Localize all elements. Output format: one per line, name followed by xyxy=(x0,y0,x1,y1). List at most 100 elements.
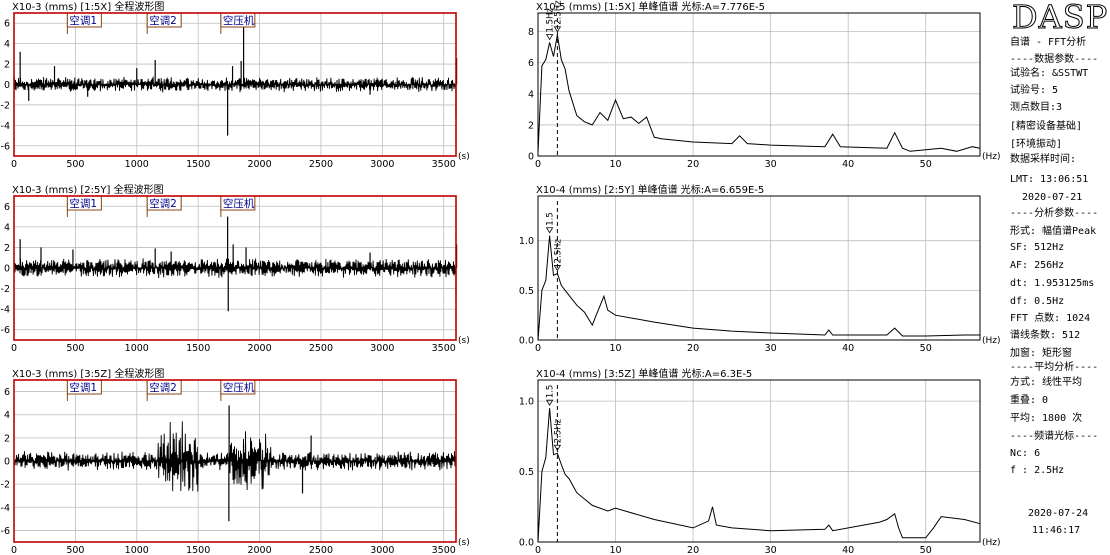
chart-4: X10-5 (mms) [1:5X] 单峰值谱 光标:A=7.776E-5 0 10… xyxy=(528,0,1001,170)
footer-time: 11:46:17 xyxy=(1032,525,1081,536)
event-marker-label: 空调2 xyxy=(149,381,177,394)
y-tick-label: 1.0 xyxy=(519,397,534,408)
event-marker-label: 空调1 xyxy=(69,381,97,394)
x-tick-label: 0 xyxy=(11,343,17,354)
y-tick-label: 6 xyxy=(4,19,10,30)
parameter-line: 数据采样时间: xyxy=(1010,154,1077,165)
y-tick-label: -2 xyxy=(1,284,10,295)
y-tick-label: 1.0 xyxy=(519,236,534,247)
x-tick-label: 10 xyxy=(609,545,621,555)
x-tick-label: 10 xyxy=(609,159,621,170)
x-tick-label: 20 xyxy=(687,159,699,170)
y-tick-label: 4 xyxy=(4,39,10,50)
x-tick-label: 40 xyxy=(842,343,854,354)
y-tick-label: 4 xyxy=(4,222,10,233)
parameter-line: AF: 256Hz xyxy=(1010,260,1065,271)
parameter-line: 试验名: &SSTWT xyxy=(1010,68,1089,79)
x-tick-label: 500 xyxy=(66,159,84,170)
x-tick-label: 2500 xyxy=(309,343,333,354)
y-tick-label: 0.0 xyxy=(519,538,534,549)
event-marker-label: 空压机 xyxy=(223,197,255,210)
x-tick-label: 1000 xyxy=(125,343,149,354)
x-unit-label: (Hz) xyxy=(982,538,1001,548)
parameter-line: ----频谱光标---- xyxy=(1010,431,1099,442)
x-tick-label: 3000 xyxy=(370,343,394,354)
event-marker-label: 空调2 xyxy=(149,197,177,210)
peak-label: 2.5Hz xyxy=(553,239,563,264)
peak-arrow xyxy=(545,227,554,234)
spectrum-line xyxy=(537,408,981,543)
chart-title: X10-4 (mms) [2:5Y] 单峰值谱 光标:A=6.659E-5 xyxy=(536,183,764,196)
parameter-line: ----平均分析---- xyxy=(1010,362,1099,373)
y-tick-label: 8 xyxy=(528,27,534,38)
x-tick-label: 1500 xyxy=(186,545,210,555)
chart-title: X10-3 (mms) [3:5Z] 全程波形图 xyxy=(12,367,164,380)
event-marker-label: 空压机 xyxy=(223,14,255,27)
x-tick-label: 2000 xyxy=(247,545,271,555)
peak-arrow xyxy=(553,444,562,452)
y-tick-label: 4 xyxy=(4,410,10,421)
parameter-line: dt: 1.953125ms xyxy=(1010,278,1095,289)
x-tick-label: 50 xyxy=(920,343,932,354)
y-tick-label: 0.5 xyxy=(519,286,534,297)
event-marker-label: 空调1 xyxy=(69,14,97,27)
peak-label: 1.5 xyxy=(546,385,556,399)
chart-title: X10-3 (mms) [2:5Y] 全程波形图 xyxy=(12,183,164,196)
chart-2: X10-3 (mms) [2:5Y] 全程波形图 0 500 1000 1500 2000… xyxy=(1,183,470,354)
event-marker-label: 空调1 xyxy=(69,197,97,210)
parameter-line: 2020-07-21 xyxy=(1010,192,1083,203)
peak-label: 2.5Hz xyxy=(553,0,563,25)
parameter-line: 加窗: 矩形窗 xyxy=(1010,348,1073,359)
chart-1: X10-3 (mms) [1:5X] 全程波形图 0 500 1000 1500 2000… xyxy=(1,0,470,170)
chart-canvas: X10-3 (mms) [1:5X] 全程波形图0 500 1000 1500 2000… xyxy=(1,0,1001,555)
y-tick-label: 0 xyxy=(4,80,10,91)
parameter-line: 形式: 幅值谱Peak xyxy=(1010,226,1097,237)
x-tick-label: 500 xyxy=(66,545,84,555)
y-tick-label: -4 xyxy=(1,121,10,132)
parameter-line: [环境振动] xyxy=(1010,139,1063,150)
plot-frame xyxy=(537,12,981,157)
x-tick-label: 30 xyxy=(765,545,777,555)
parameter-line: FFT 点数: 1024 xyxy=(1010,313,1091,324)
x-tick-label: 2000 xyxy=(247,159,271,170)
x-unit-label: (s) xyxy=(458,538,470,548)
event-marker-label: 空调2 xyxy=(149,14,177,27)
y-tick-label: 2 xyxy=(4,433,10,444)
peak-arrow xyxy=(545,34,554,41)
parameter-line: 自谱 - FFT分析 xyxy=(1010,37,1087,48)
x-unit-label: (Hz) xyxy=(982,152,1001,162)
x-tick-label: 2500 xyxy=(309,159,333,170)
parameter-line: 测点数目:3 xyxy=(1010,102,1063,113)
y-tick-label: 0 xyxy=(4,264,10,275)
dasp-logo: DASP xyxy=(1011,0,1109,36)
x-tick-label: 30 xyxy=(765,159,777,170)
chart-5: X10-4 (mms) [2:5Y] 单峰值谱 光标:A=6.659E-5 0 10… xyxy=(519,183,1001,354)
y-tick-label: -4 xyxy=(1,305,10,316)
peak-label: 2.5Hz xyxy=(553,418,563,443)
chart-title: X10-5 (mms) [1:5X] 单峰值谱 光标:A=7.776E-5 xyxy=(536,0,765,13)
parameter-line: f : 2.5Hz xyxy=(1010,465,1065,476)
x-tick-label: 3000 xyxy=(370,545,394,555)
y-tick-label: 0 xyxy=(528,152,534,163)
x-tick-label: 40 xyxy=(842,545,854,555)
waveform-trace xyxy=(13,76,457,93)
chart-3: X10-3 (mms) [3:5Z] 全程波形图 0 500 1000 1500 2000… xyxy=(1,367,470,555)
x-tick-label: 40 xyxy=(842,159,854,170)
parameter-line: df: 0.5Hz xyxy=(1010,296,1065,307)
x-tick-label: 1000 xyxy=(125,545,149,555)
x-tick-label: 50 xyxy=(920,545,932,555)
parameter-line: Nc: 6 xyxy=(1010,448,1041,459)
info-panel: DASP 自谱 - FFT分析 ----数据参数---- 试验名: &SSTWT 试验… xyxy=(1008,0,1110,555)
chart-6: X10-4 (mms) [3:5Z] 单峰值谱 光标:A=6.3E-5 0 10 20… xyxy=(519,367,1001,555)
spectrum-line xyxy=(537,235,980,341)
x-tick-label: 1500 xyxy=(186,159,210,170)
y-tick-label: 0.5 xyxy=(519,467,534,478)
x-tick-label: 2500 xyxy=(309,545,333,555)
y-tick-label: -6 xyxy=(1,526,10,537)
y-tick-label: -6 xyxy=(1,141,10,152)
x-tick-label: 50 xyxy=(920,159,932,170)
x-tick-label: 500 xyxy=(66,343,84,354)
event-marker-label: 空压机 xyxy=(223,381,255,394)
plot-frame xyxy=(537,195,981,341)
parameter-line: LMT: 13:06:51 xyxy=(1010,174,1089,185)
